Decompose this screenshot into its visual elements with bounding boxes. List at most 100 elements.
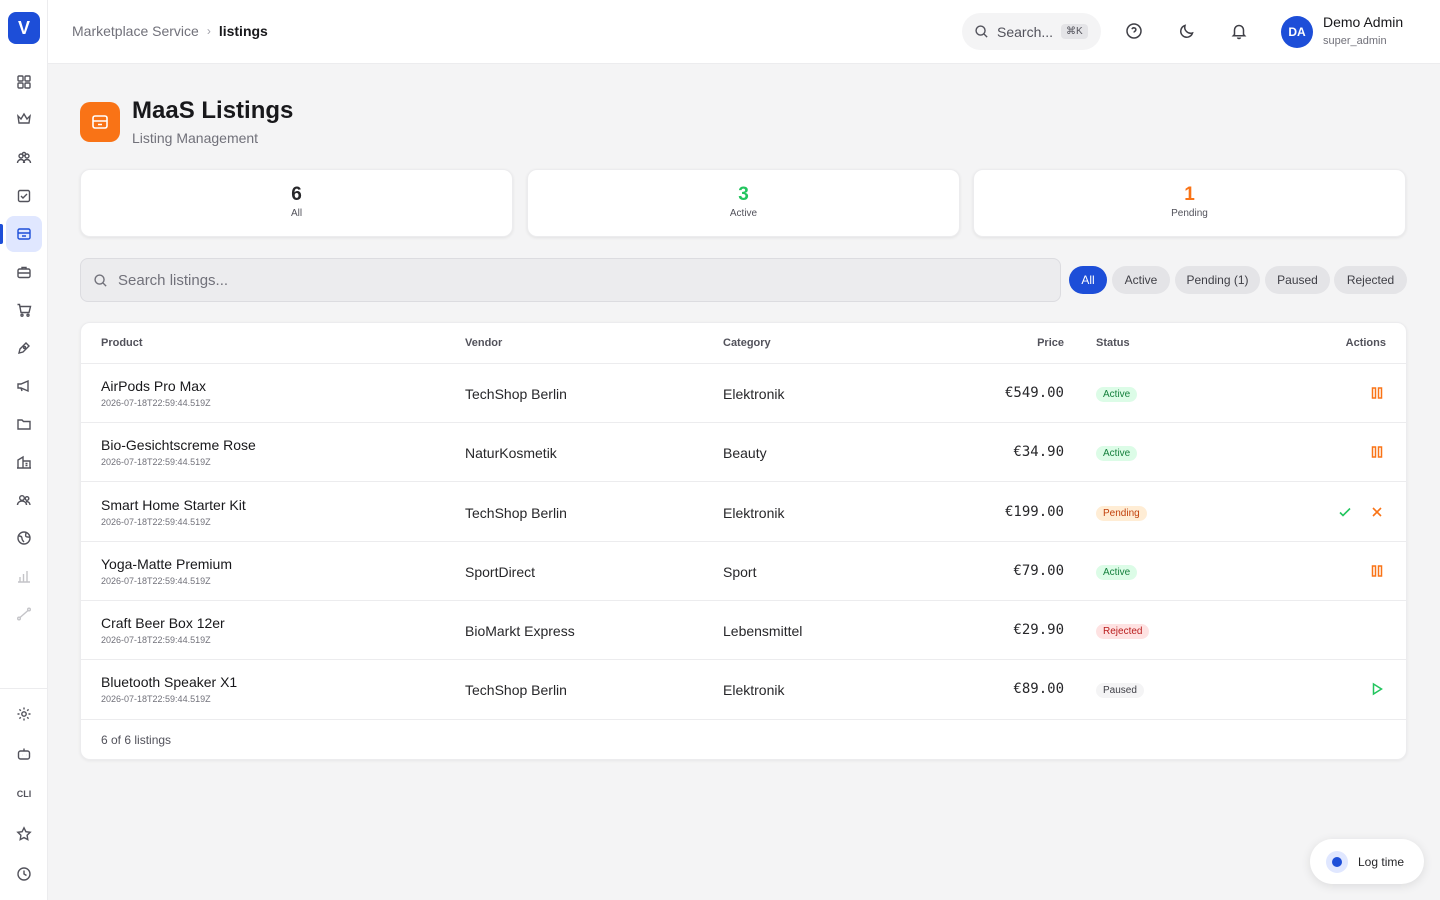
sidebar-item-history[interactable] — [6, 856, 42, 892]
stat-value: 1 — [1184, 184, 1195, 205]
stat-card-active[interactable]: 3 Active — [527, 169, 960, 237]
sidebar-item-folder[interactable] — [6, 406, 42, 442]
timer-icon — [1326, 850, 1348, 873]
table-row[interactable]: Craft Beer Box 12er 2026-07-18T22:59:44.… — [81, 601, 1406, 660]
sidebar: V CLI — [0, 0, 48, 900]
column-product: Product — [101, 337, 143, 349]
status-badge: Active — [1096, 565, 1138, 580]
theme-toggle-button[interactable] — [1176, 20, 1198, 42]
pen-icon — [18, 342, 30, 354]
user-name[interactable]: Demo Admin — [1323, 14, 1403, 30]
stat-label: Pending — [1171, 208, 1208, 219]
robot-icon — [17, 748, 31, 760]
sidebar-item-favorites[interactable] — [6, 816, 42, 852]
table-row[interactable]: Bio-Gesichtscreme Rose 2026-07-18T22:59:… — [81, 423, 1406, 482]
folder-icon — [17, 419, 31, 430]
breadcrumb-root[interactable]: Marketplace Service — [72, 23, 199, 39]
resume-button[interactable] — [1369, 681, 1385, 697]
store-icon — [80, 102, 120, 142]
global-search-button[interactable]: Search... ⌘K — [962, 13, 1101, 50]
star-icon — [16, 826, 32, 841]
table-header: Product Vendor Category Price Status Act… — [81, 323, 1406, 364]
table-row[interactable]: Bluetooth Speaker X1 2026-07-18T22:59:44… — [81, 660, 1406, 720]
sidebar-item-building[interactable] — [6, 444, 42, 480]
sidebar-item-analytics[interactable] — [6, 558, 42, 594]
search-icon — [94, 273, 107, 287]
product-name: Smart Home Starter Kit — [101, 497, 246, 513]
grid-icon — [17, 75, 31, 89]
stat-label: Active — [729, 208, 758, 219]
sidebar-item-cart[interactable] — [6, 292, 42, 328]
cart-icon — [17, 303, 32, 317]
log-time-label: Log time — [1358, 854, 1405, 869]
stat-label: All — [290, 208, 303, 219]
topbar: Marketplace Service › listings Search...… — [48, 0, 1440, 64]
category-name: Elektronik — [723, 505, 785, 521]
table-row[interactable]: Smart Home Starter Kit 2026-07-18T22:59:… — [81, 483, 1406, 542]
sidebar-item-marketplace[interactable] — [6, 216, 42, 252]
log-time-button[interactable]: Log time — [1310, 839, 1424, 884]
filter-paused[interactable]: Paused — [1265, 266, 1330, 294]
filter-pending[interactable]: Pending (1) — [1175, 266, 1260, 294]
sidebar-item-routes[interactable] — [6, 596, 42, 632]
column-actions: Actions — [1345, 337, 1386, 349]
sidebar-item-globe[interactable] — [6, 520, 42, 556]
pause-button[interactable] — [1369, 385, 1385, 401]
sidebar-item-briefcase[interactable] — [6, 254, 42, 290]
filter-active[interactable]: Active — [1112, 266, 1170, 294]
filter-rejected[interactable]: Rejected — [1334, 266, 1407, 294]
vendor-name: SportDirect — [465, 564, 536, 580]
help-button[interactable] — [1123, 20, 1145, 42]
pause-icon — [1371, 565, 1383, 577]
vendor-name: NaturKosmetik — [465, 445, 557, 461]
approve-button[interactable] — [1337, 504, 1353, 520]
sidebar-item-settings[interactable] — [6, 696, 42, 732]
notifications-button[interactable] — [1228, 20, 1250, 42]
sidebar-item-cli[interactable]: CLI — [6, 776, 42, 812]
product-date: 2026-07-18T22:59:44.519Z — [101, 635, 211, 645]
column-category: Category — [723, 337, 771, 349]
price: €89.00 — [1013, 681, 1064, 697]
pause-button[interactable] — [1369, 444, 1385, 460]
filter-all[interactable]: All — [1069, 266, 1107, 294]
stat-card-pending[interactable]: 1 Pending — [973, 169, 1406, 237]
product-name: Craft Beer Box 12er — [101, 615, 225, 631]
sidebar-item-bot[interactable] — [6, 736, 42, 772]
price: €29.90 — [1013, 622, 1064, 638]
product-date: 2026-07-18T22:59:44.519Z — [101, 457, 211, 467]
category-name: Elektronik — [723, 682, 785, 698]
sidebar-item-crown[interactable] — [6, 101, 42, 137]
sidebar-item-dashboard[interactable] — [6, 64, 42, 100]
status-badge: Active — [1096, 387, 1138, 402]
column-vendor: Vendor — [465, 337, 503, 349]
route-icon — [17, 607, 31, 621]
avatar[interactable]: DA — [1281, 16, 1313, 48]
search-icon — [975, 25, 988, 38]
sidebar-item-megaphone[interactable] — [6, 368, 42, 404]
pause-button[interactable] — [1369, 563, 1385, 579]
app-logo[interactable]: V — [8, 12, 40, 44]
stat-value: 3 — [738, 184, 749, 205]
pause-icon — [1371, 387, 1383, 399]
clock-icon — [17, 867, 31, 881]
stat-card-all[interactable]: 6 All — [80, 169, 513, 237]
category-name: Elektronik — [723, 386, 785, 402]
price: €199.00 — [1004, 504, 1064, 520]
sidebar-item-tasks[interactable] — [6, 178, 42, 214]
category-name: Sport — [723, 564, 757, 580]
vendor-name: BioMarkt Express — [465, 623, 575, 639]
table-row[interactable]: AirPods Pro Max 2026-07-18T22:59:44.519Z… — [81, 364, 1406, 423]
megaphone-icon — [17, 379, 29, 393]
vendor-name: TechShop Berlin — [465, 505, 567, 521]
product-date: 2026-07-18T22:59:44.519Z — [101, 398, 211, 408]
sidebar-item-team[interactable] — [6, 482, 42, 518]
briefcase-icon — [17, 266, 31, 279]
listing-search-input[interactable] — [118, 271, 1018, 289]
listing-count: 6 of 6 listings — [101, 733, 172, 747]
sidebar-item-users[interactable] — [6, 140, 42, 176]
reject-button[interactable] — [1369, 504, 1385, 520]
sidebar-item-pen[interactable] — [6, 330, 42, 366]
category-name: Lebensmittel — [723, 623, 803, 639]
table-row[interactable]: Yoga-Matte Premium 2026-07-18T22:59:44.5… — [81, 542, 1406, 601]
page-subtitle: Listing Management — [132, 130, 259, 146]
